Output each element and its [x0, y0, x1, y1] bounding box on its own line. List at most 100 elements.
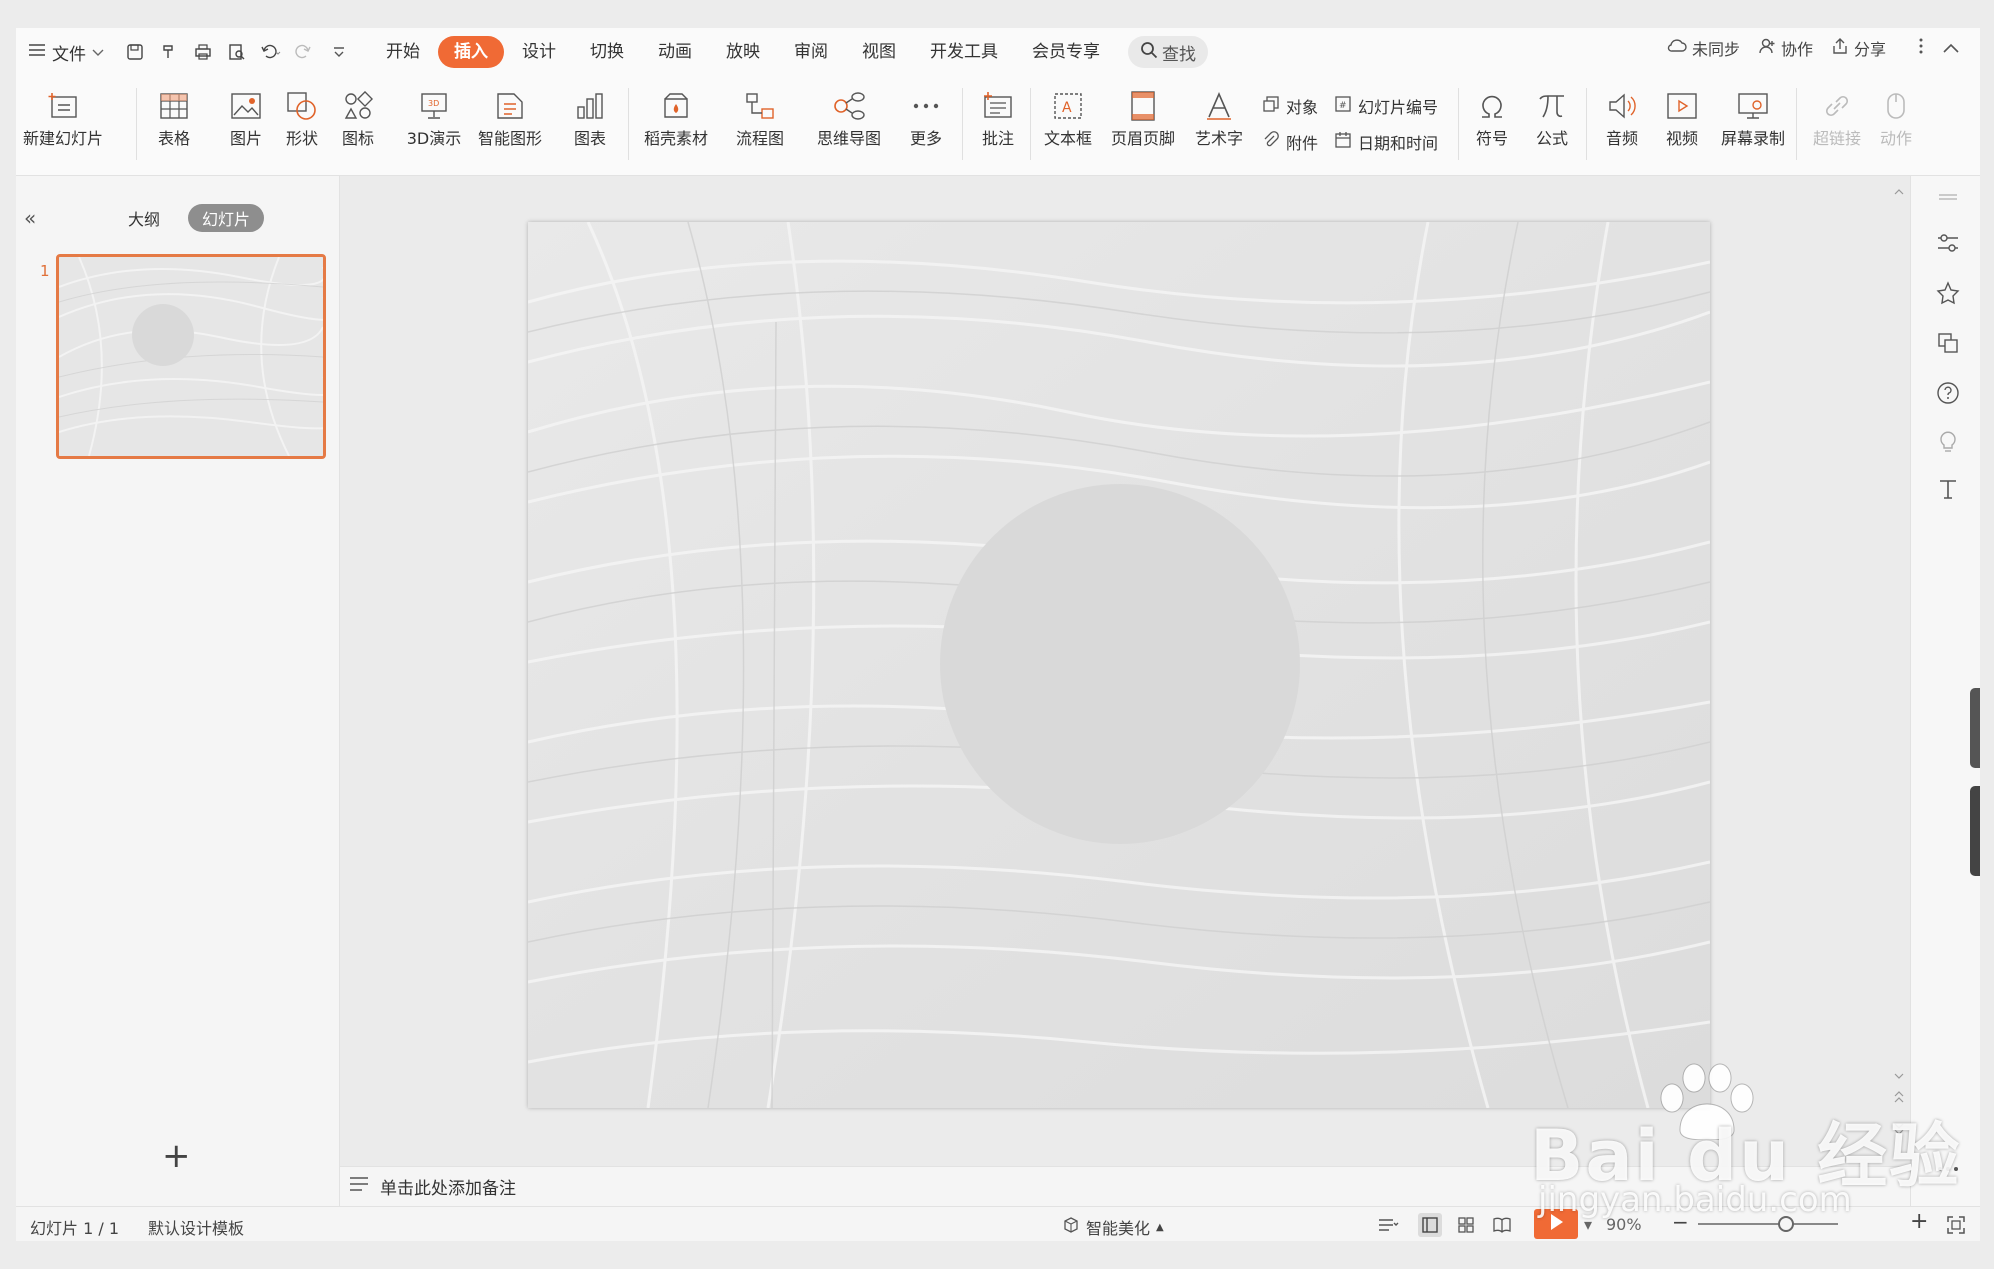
sync-label: 未同步: [1691, 40, 1740, 59]
search-icon: [1140, 41, 1158, 64]
icon-button[interactable]: 图标: [328, 84, 388, 164]
tab-view[interactable]: 视图: [846, 36, 912, 68]
star-icon[interactable]: [1935, 280, 1961, 306]
wordart-button[interactable]: 艺术字: [1186, 84, 1252, 164]
sync-button[interactable]: 未同步: [1667, 36, 1740, 60]
tab-review[interactable]: 审阅: [778, 36, 844, 68]
header-footer-button[interactable]: 页眉页脚: [1106, 84, 1180, 164]
slide[interactable]: [528, 222, 1710, 1108]
tab-developer[interactable]: 开发工具: [914, 36, 1014, 68]
comment-button[interactable]: 批注: [970, 84, 1026, 164]
new-slide-button[interactable]: 新建幻灯片: [23, 84, 103, 164]
notes-toggle-icon[interactable]: [1376, 1213, 1400, 1237]
smart-beautify-button[interactable]: 智能美化 ▲: [1062, 1215, 1164, 1239]
zoom-slider-thumb[interactable]: [1778, 1216, 1794, 1232]
more-button[interactable]: 更多: [896, 84, 956, 164]
action-button[interactable]: 动作: [1870, 84, 1922, 164]
reading-view-icon[interactable]: [1490, 1213, 1514, 1237]
slide-number-button[interactable]: # 幻灯片编号: [1334, 94, 1438, 118]
zoom-in-button[interactable]: +: [1910, 1209, 1928, 1234]
flowchart-button[interactable]: 流程图: [722, 84, 798, 164]
slide-thumbnail[interactable]: [56, 254, 326, 459]
video-button[interactable]: 视频: [1652, 84, 1712, 164]
side-tab-handle[interactable]: [1970, 786, 1980, 876]
3d-demo-button[interactable]: 3D 3D演示: [398, 84, 470, 164]
audio-label: 音频: [1605, 129, 1638, 148]
redo-icon[interactable]: [288, 36, 322, 68]
paperclip-icon: [1262, 131, 1280, 153]
slide-thumbnail-panel: « 大纲 幻灯片 1 +: [16, 176, 340, 1220]
file-menu[interactable]: 文件: [28, 36, 104, 68]
tab-insert[interactable]: 插入: [438, 36, 504, 68]
wordart-icon: [1203, 84, 1235, 128]
datetime-button[interactable]: 日期和时间: [1334, 130, 1438, 154]
comment-label: 批注: [981, 129, 1014, 148]
tab-home[interactable]: 开始: [370, 36, 436, 68]
textbox-button[interactable]: A 文本框: [1036, 84, 1100, 164]
share-button[interactable]: 分享: [1831, 36, 1886, 60]
search-label: 查找: [1162, 44, 1196, 65]
textbox-label: 文本框: [1043, 129, 1092, 148]
save-icon[interactable]: [118, 36, 152, 68]
vertical-scrollbar[interactable]: [1888, 176, 1910, 1166]
zoom-out-button[interactable]: −: [1672, 1210, 1689, 1234]
print-preview-icon[interactable]: [220, 36, 254, 68]
customize-toolbar-icon[interactable]: [322, 36, 356, 68]
user-icon: [1758, 37, 1776, 59]
help-icon[interactable]: [1935, 380, 1961, 406]
flowchart-icon: [744, 84, 776, 128]
notes-pane[interactable]: 单击此处添加备注: [340, 1166, 1910, 1206]
add-slide-button[interactable]: +: [162, 1136, 191, 1176]
text-format-icon[interactable]: [1935, 476, 1961, 502]
more-vertical-icon[interactable]: [1918, 37, 1924, 59]
play-slideshow-button[interactable]: [1534, 1209, 1578, 1239]
slide-number-label: 幻灯片编号: [1358, 98, 1439, 117]
shape-button[interactable]: 形状: [272, 84, 332, 164]
undo-icon[interactable]: [254, 36, 288, 68]
properties-icon[interactable]: [1935, 230, 1961, 256]
tab-animations[interactable]: 动画: [642, 36, 708, 68]
mindmap-button[interactable]: 思维导图: [802, 84, 896, 164]
tab-outline[interactable]: 大纲: [114, 204, 174, 232]
zoom-slider-track[interactable]: [1698, 1223, 1838, 1225]
symbol-button[interactable]: 符号: [1464, 84, 1520, 164]
mindmap-label: 思维导图: [816, 129, 881, 148]
collapse-panel-icon[interactable]: «: [24, 206, 36, 230]
material-button[interactable]: 稻壳素材: [636, 84, 716, 164]
collaborate-button[interactable]: 协作: [1758, 36, 1813, 60]
search-box[interactable]: 查找: [1128, 36, 1208, 68]
tab-membership[interactable]: 会员专享: [1016, 36, 1116, 68]
tab-slides[interactable]: 幻灯片: [188, 204, 265, 232]
hamburger-icon: [28, 42, 46, 62]
tab-transitions[interactable]: 切换: [574, 36, 640, 68]
transform-icon[interactable]: [1935, 330, 1961, 356]
table-button[interactable]: 表格: [144, 84, 204, 164]
hyperlink-label: 超链接: [1812, 129, 1861, 148]
collapse-ribbon-icon[interactable]: [1942, 39, 1960, 58]
audio-button[interactable]: 音频: [1592, 84, 1652, 164]
material-label: 稻壳素材: [643, 129, 708, 148]
comment-icon: [982, 84, 1014, 128]
zoom-chevron-icon[interactable]: ▾: [1584, 1215, 1592, 1234]
lightbulb-icon[interactable]: [1935, 428, 1961, 454]
print-icon[interactable]: [186, 36, 220, 68]
screen-record-button[interactable]: 屏幕录制: [1716, 84, 1790, 164]
object-button[interactable]: 对象: [1262, 94, 1318, 118]
zoom-level[interactable]: 90%: [1606, 1215, 1642, 1234]
tab-design[interactable]: 设计: [506, 36, 572, 68]
slide-sorter-icon[interactable]: [1454, 1213, 1478, 1237]
smartart-button[interactable]: 智能图形: [470, 84, 550, 164]
fit-window-icon[interactable]: [1944, 1213, 1968, 1237]
hyperlink-button[interactable]: 超链接: [1802, 84, 1872, 164]
side-tab-handle[interactable]: [1970, 688, 1980, 768]
template-name[interactable]: 默认设计模板: [148, 1215, 244, 1239]
attachment-button[interactable]: 附件: [1262, 130, 1318, 154]
normal-view-icon[interactable]: [1418, 1213, 1442, 1237]
picture-button[interactable]: 图片: [216, 84, 276, 164]
formula-button[interactable]: 公式: [1524, 84, 1580, 164]
more-horizontal-icon[interactable]: [1935, 1156, 1961, 1182]
format-painter-icon[interactable]: [152, 36, 186, 68]
tab-slideshow[interactable]: 放映: [710, 36, 776, 68]
chart-button[interactable]: 图表: [560, 84, 620, 164]
table-icon: [159, 84, 189, 128]
